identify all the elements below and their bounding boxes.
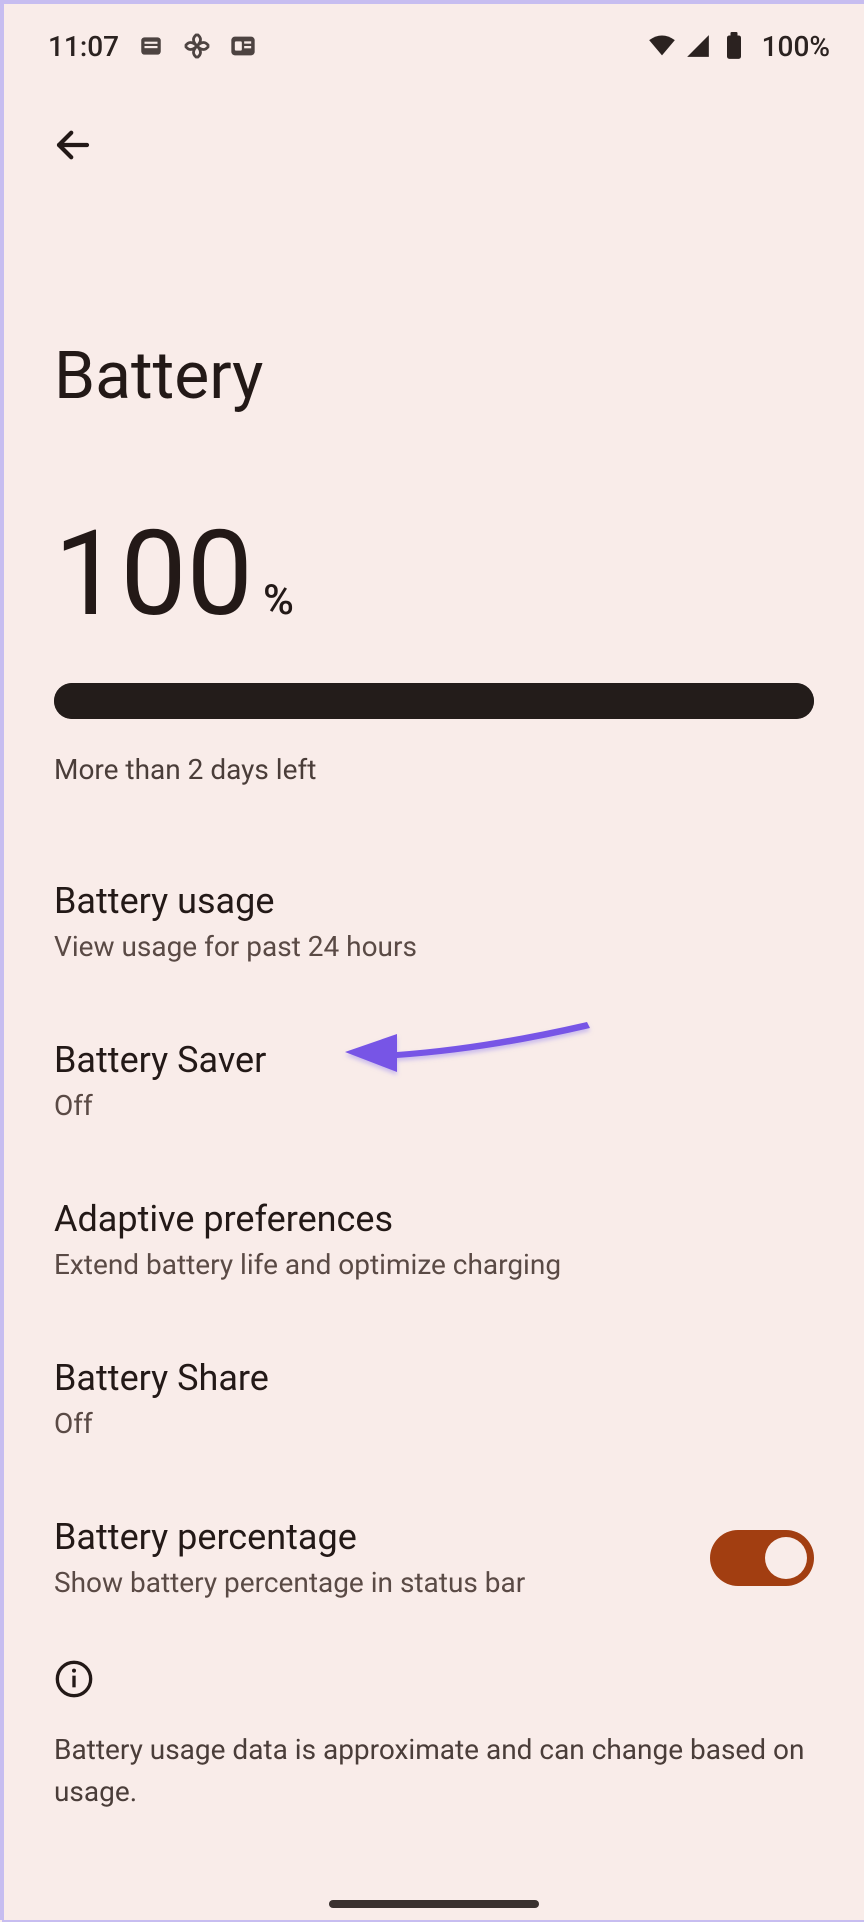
setting-subtitle: Extend battery life and optimize chargin… xyxy=(54,1248,561,1281)
battery-estimate-text: More than 2 days left xyxy=(54,753,814,786)
setting-text-block: Battery percentage Show battery percenta… xyxy=(54,1516,525,1599)
status-time: 11:07 xyxy=(48,30,119,63)
battery-share-row[interactable]: Battery Share Off xyxy=(54,1311,814,1470)
setting-subtitle: Off xyxy=(54,1089,266,1122)
status-bar: 11:07 100% xyxy=(4,4,864,78)
setting-text-block: Battery Share Off xyxy=(54,1357,269,1440)
wifi-icon xyxy=(648,32,676,60)
adaptive-preferences-row[interactable]: Adaptive preferences Extend battery life… xyxy=(54,1152,814,1311)
battery-saver-row[interactable]: Battery Saver Off xyxy=(54,993,814,1152)
back-button[interactable] xyxy=(44,116,102,178)
battery-progress-bar xyxy=(54,683,814,719)
battery-hero: 100 % More than 2 days left xyxy=(4,415,864,786)
setting-title: Battery usage xyxy=(54,880,417,922)
battery-percentage-row[interactable]: Battery percentage Show battery percenta… xyxy=(54,1470,814,1629)
arrow-left-icon xyxy=(52,124,94,166)
battery-progress-fill xyxy=(54,683,814,719)
news-icon xyxy=(229,32,257,60)
setting-text-block: Adaptive preferences Extend battery life… xyxy=(54,1198,561,1281)
nav-pill[interactable] xyxy=(329,1900,539,1908)
battery-level-number: 100 xyxy=(54,515,253,633)
setting-text-block: Battery usage View usage for past 24 hou… xyxy=(54,880,417,963)
battery-icon xyxy=(720,32,748,60)
setting-title: Battery percentage xyxy=(54,1516,525,1558)
setting-title: Battery Share xyxy=(54,1357,269,1399)
setting-title: Adaptive preferences xyxy=(54,1198,561,1240)
status-bar-left: 11:07 xyxy=(48,30,257,63)
page-title: Battery xyxy=(4,178,864,415)
setting-text-block: Battery Saver Off xyxy=(54,1039,266,1122)
signal-icon xyxy=(684,32,712,60)
setting-title: Battery Saver xyxy=(54,1039,266,1081)
status-bar-right: 100% xyxy=(648,30,830,63)
info-text: Battery usage data is approximate and ca… xyxy=(54,1729,814,1813)
setting-subtitle: Off xyxy=(54,1407,269,1440)
setting-subtitle: View usage for past 24 hours xyxy=(54,930,417,963)
battery-level-display: 100 % xyxy=(54,515,814,633)
setting-subtitle: Show battery percentage in status bar xyxy=(54,1566,525,1599)
nav-bar xyxy=(4,78,864,178)
status-battery-percent: 100% xyxy=(762,30,830,63)
battery-percentage-toggle[interactable] xyxy=(710,1530,814,1586)
battery-usage-row[interactable]: Battery usage View usage for past 24 hou… xyxy=(54,852,814,993)
messages-icon xyxy=(137,32,165,60)
settings-list: Battery usage View usage for past 24 hou… xyxy=(4,786,864,1629)
battery-percent-symbol: % xyxy=(263,576,294,625)
info-icon xyxy=(54,1659,94,1699)
info-section: Battery usage data is approximate and ca… xyxy=(4,1629,864,1813)
pinwheel-icon xyxy=(183,32,211,60)
